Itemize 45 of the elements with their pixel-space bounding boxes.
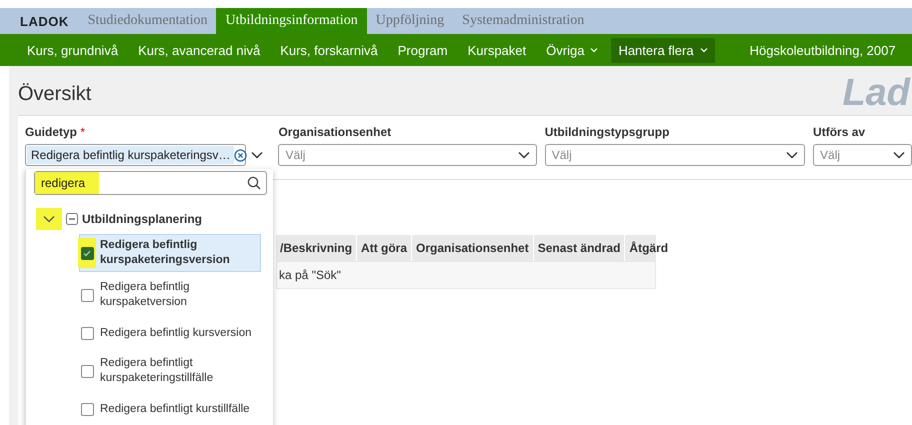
collapse-box-icon[interactable] (66, 213, 78, 225)
checkmark-icon (83, 250, 91, 256)
education-context-menu[interactable]: Högskoleutbildning, 2007 (742, 38, 903, 62)
chevron-down-icon (590, 47, 598, 53)
nav-menu-item[interactable]: Övriga (539, 38, 606, 62)
field-label: Organisationsenhet (278, 125, 392, 139)
field-label: Utbildningstypsgrupp (544, 125, 670, 139)
select-field[interactable]: Välj (544, 144, 806, 166)
search-field[interactable]: redigera (34, 171, 267, 195)
tree-option[interactable]: Redigera befintlig kurspaketeringsversion (79, 234, 261, 272)
selected-value-chip: Redigera befintlig kurspaketeringsv… (27, 146, 234, 164)
search-icon[interactable] (247, 176, 261, 190)
checkbox[interactable] (80, 402, 94, 416)
chevron-down-icon[interactable] (43, 215, 55, 223)
tree-option[interactable]: Redigera befintlig kurspaketversion (79, 276, 261, 314)
chevron-down-icon[interactable] (251, 151, 263, 159)
field-label: Utförs av (813, 125, 866, 139)
nav-menu-item[interactable]: Kurs, forskarnivå (273, 38, 385, 62)
select-field[interactable]: Välj (278, 144, 537, 166)
nav-menu-item[interactable]: Hantera flera (611, 38, 715, 62)
checkbox[interactable] (80, 364, 94, 378)
tree-option[interactable]: Redigera befintligt kurstillfälle (79, 394, 261, 424)
select-field[interactable]: Välj (813, 144, 912, 166)
nav-menu-item[interactable]: Kurs, grundnivå (20, 38, 126, 62)
chevron-down-icon (786, 151, 798, 159)
checkbox[interactable] (80, 288, 94, 302)
tree-option[interactable]: Redigera befintligt kurspaketeringstillfälle (79, 352, 261, 390)
nav-menu-item[interactable]: Kurspaket (460, 38, 534, 62)
checkbox[interactable] (80, 326, 94, 340)
app-tab[interactable]: Utbildningsinformation (216, 8, 367, 34)
field-label: Guidetyp * (25, 125, 86, 139)
chevron-down-icon (518, 151, 530, 159)
nav-menu-item[interactable]: Program (390, 38, 455, 62)
nav-menu-item[interactable]: Kurs, avancerad nivå (131, 38, 268, 62)
guide-type-select[interactable]: Redigera befintlig kurspaketeringsv… (25, 144, 246, 166)
checkbox[interactable] (80, 246, 94, 260)
chevron-down-icon (893, 151, 905, 159)
clear-icon[interactable] (234, 148, 248, 162)
chevron-down-icon (700, 47, 708, 53)
ladok-logo[interactable]: LADOK (10, 8, 79, 34)
tree-option[interactable]: Redigera befintlig kursversion (79, 318, 261, 348)
page-title: Översikt (18, 82, 92, 106)
tree-group-label[interactable]: Utbildningsplanering (82, 212, 202, 226)
table-empty-message: ka på "Sök" (279, 268, 341, 282)
ladok-logo: Lad (842, 71, 910, 115)
